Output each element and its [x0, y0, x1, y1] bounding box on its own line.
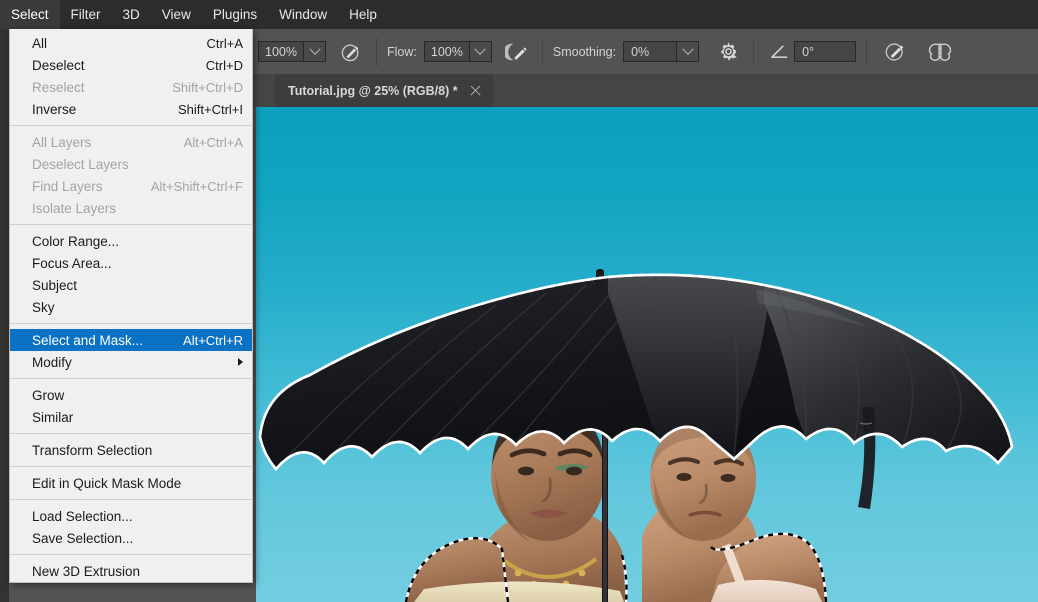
menu-item-label: Similar — [32, 410, 73, 425]
menu-item-label: All Layers — [32, 135, 91, 150]
menu-item-label: Isolate Layers — [32, 201, 116, 216]
menu-item-label: Modify — [32, 355, 72, 370]
menu-plugins[interactable]: Plugins — [202, 0, 268, 29]
smoothing-dropdown-arrow-icon[interactable] — [677, 41, 699, 62]
menu-item-label: Subject — [32, 278, 77, 293]
menu-filter[interactable]: Filter — [60, 0, 112, 29]
menu-item-save-selection[interactable]: Save Selection... — [10, 527, 252, 549]
airbrush-icon[interactable] — [502, 37, 532, 67]
flow-label: Flow: — [387, 45, 417, 59]
menu-separator — [10, 323, 252, 324]
menu-item-shortcut: Ctrl+D — [188, 58, 243, 73]
umbrella-canopy — [260, 269, 1012, 509]
divider — [866, 38, 867, 66]
angle-icon — [764, 37, 794, 67]
menu-item-similar[interactable]: Similar — [10, 406, 252, 428]
flow-value-field[interactable]: 100% — [424, 41, 470, 62]
menu-item-label: Color Range... — [32, 234, 119, 249]
menu-item-shortcut: Shift+Ctrl+I — [160, 102, 243, 117]
menu-item-grow[interactable]: Grow — [10, 384, 252, 406]
menu-item-edit-in-quick-mask-mode[interactable]: Edit in Quick Mask Mode — [10, 472, 252, 494]
menu-item-all[interactable]: All Ctrl+A — [10, 32, 252, 54]
image-canvas[interactable] — [256, 107, 1038, 602]
menu-item-shortcut: Alt+Ctrl+A — [166, 135, 243, 150]
menu-item-new-3d-extrusion[interactable]: New 3D Extrusion — [10, 560, 252, 582]
menu-item-deselect-layers: Deselect Layers — [10, 153, 252, 175]
menu-item-label: Reselect — [32, 80, 85, 95]
document-tab[interactable]: Tutorial.jpg @ 25% (RGB/8) * — [275, 74, 493, 107]
menu-item-label: Load Selection... — [32, 509, 133, 524]
flow-dropdown-arrow-icon[interactable] — [470, 41, 492, 62]
gear-icon[interactable] — [713, 37, 743, 67]
divider — [376, 38, 377, 66]
menu-item-label: New 3D Extrusion — [32, 564, 140, 579]
menu-item-label: Sky — [32, 300, 55, 315]
menu-item-modify[interactable]: Modify — [10, 351, 252, 373]
angle-value-field[interactable]: 0° — [794, 41, 856, 62]
tablet-pressure-size-icon[interactable] — [881, 37, 911, 67]
menu-item-shortcut: Ctrl+A — [189, 36, 243, 51]
submenu-arrow-icon — [238, 358, 243, 366]
menu-separator — [10, 499, 252, 500]
menu-bar: Select Filter 3D View Plugins Window Hel… — [0, 0, 1038, 29]
menu-separator — [10, 125, 252, 126]
menu-separator — [10, 466, 252, 467]
menu-item-label: Inverse — [32, 102, 76, 117]
menu-item-label: Edit in Quick Mask Mode — [32, 476, 181, 491]
menu-separator — [10, 378, 252, 379]
menu-item-inverse[interactable]: Inverse Shift+Ctrl+I — [10, 98, 252, 120]
menu-item-label: Deselect — [32, 58, 85, 73]
menu-item-deselect[interactable]: Deselect Ctrl+D — [10, 54, 252, 76]
menu-item-label: Select and Mask... — [32, 333, 143, 348]
menu-3d[interactable]: 3D — [112, 0, 151, 29]
smoothing-value-field[interactable]: 0% — [623, 41, 677, 62]
menu-item-focus-area[interactable]: Focus Area... — [10, 252, 252, 274]
menu-item-shortcut: Shift+Ctrl+D — [154, 80, 243, 95]
menu-item-sky[interactable]: Sky — [10, 296, 252, 318]
opacity-dropdown-arrow-icon[interactable] — [304, 41, 326, 62]
menu-item-color-range[interactable]: Color Range... — [10, 230, 252, 252]
menu-item-isolate-layers: Isolate Layers — [10, 197, 252, 219]
document-tab-title: Tutorial.jpg @ 25% (RGB/8) * — [288, 84, 458, 98]
menu-item-label: Deselect Layers — [32, 157, 129, 172]
close-icon[interactable] — [469, 84, 482, 97]
menu-item-label: Find Layers — [32, 179, 103, 194]
menu-separator — [10, 554, 252, 555]
menu-item-subject[interactable]: Subject — [10, 274, 252, 296]
menu-separator — [10, 433, 252, 434]
tools-panel-edge[interactable] — [0, 29, 9, 602]
airbrush-pressure-icon[interactable] — [336, 37, 366, 67]
menu-item-shortcut: Alt+Ctrl+R — [165, 333, 243, 348]
menu-item-label: Save Selection... — [32, 531, 133, 546]
menu-item-label: Transform Selection — [32, 443, 152, 458]
divider — [753, 38, 754, 66]
menu-item-find-layers: Find Layers Alt+Shift+Ctrl+F — [10, 175, 252, 197]
menu-item-shortcut: Alt+Shift+Ctrl+F — [133, 179, 243, 194]
menu-item-reselect: Reselect Shift+Ctrl+D — [10, 76, 252, 98]
menu-separator — [10, 224, 252, 225]
smoothing-label: Smoothing: — [553, 45, 616, 59]
menu-view[interactable]: View — [151, 0, 202, 29]
umbrella-photo-artwork — [256, 107, 1038, 602]
menu-item-label: All — [32, 36, 47, 51]
select-menu-dropdown[interactable]: All Ctrl+A Deselect Ctrl+D Reselect Shift+Ctr… — [9, 29, 253, 583]
menu-select[interactable]: Select — [0, 0, 60, 29]
opacity-value-field[interactable]: 100% — [258, 41, 304, 62]
menu-item-load-selection[interactable]: Load Selection... — [10, 505, 252, 527]
menu-window[interactable]: Window — [268, 0, 338, 29]
photoshop-window: Tutorial.jpg @ 25% (RGB/8) * 100% Flow: … — [0, 0, 1038, 602]
menu-item-label: Grow — [32, 388, 64, 403]
symmetry-butterfly-icon[interactable] — [925, 37, 955, 67]
menu-item-label: Focus Area... — [32, 256, 112, 271]
menu-item-select-and-mask[interactable]: Select and Mask... Alt+Ctrl+R — [10, 329, 252, 351]
menu-item-transform-selection[interactable]: Transform Selection — [10, 439, 252, 461]
divider — [542, 38, 543, 66]
menu-help[interactable]: Help — [338, 0, 388, 29]
menu-item-all-layers: All Layers Alt+Ctrl+A — [10, 131, 252, 153]
